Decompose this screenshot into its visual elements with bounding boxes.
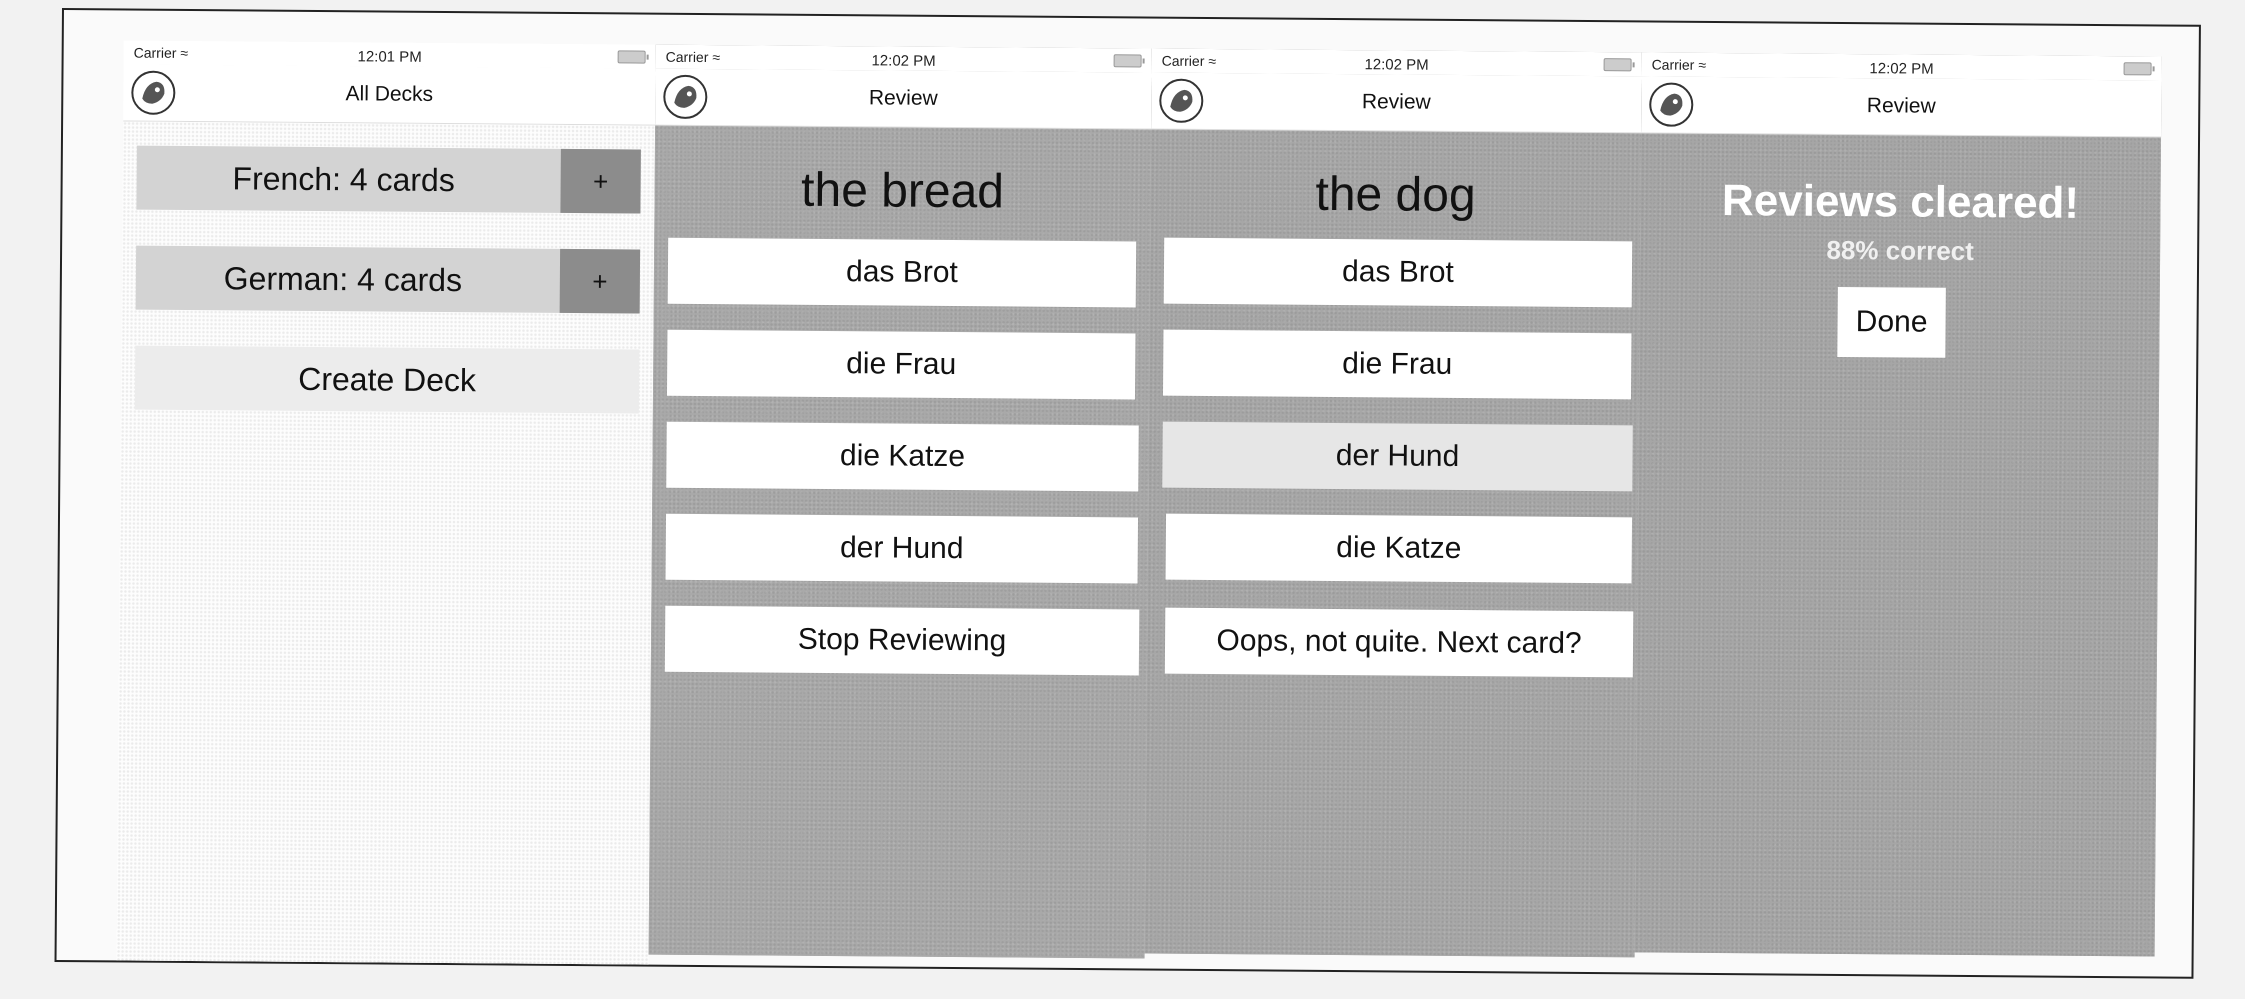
page-title: Review — [1361, 90, 1431, 114]
answer-button[interactable]: das Brot — [1163, 237, 1633, 308]
deck-row-french[interactable]: French: 4 cards + — [136, 145, 641, 214]
deck-list: French: 4 cards + German: 4 cards + Crea… — [116, 121, 656, 965]
next-card-button[interactable]: Oops, not quite. Next card? — [1164, 607, 1634, 678]
review-content: the bread das Brot die Frau die Katze de… — [648, 125, 1152, 959]
reviews-cleared-screen: Carrier ≈ 12:02 PM Review Reviews cleared… — [1634, 52, 2162, 957]
review-content: the dog das Brot die Frau der Hund die K… — [1144, 129, 1642, 958]
reviews-cleared-heading: Reviews cleared! — [1721, 176, 2080, 228]
page-title: All Decks — [345, 82, 434, 106]
printed-figure: Carrier ≈ 12:01 PM All Decks French: 4 ca… — [54, 8, 2201, 979]
answer-button[interactable]: die Frau — [1162, 329, 1632, 400]
card-prompt: the dog — [1315, 167, 1476, 223]
page-title: Review — [1866, 94, 1936, 118]
add-card-button[interactable]: + — [559, 248, 641, 314]
answer-button[interactable]: der Hund — [665, 513, 1139, 584]
answer-button[interactable]: die Katze — [1165, 513, 1633, 584]
battery-icon — [1603, 58, 1632, 72]
answer-button[interactable]: die Frau — [666, 329, 1136, 400]
battery-icon — [617, 50, 646, 64]
answer-button[interactable]: das Brot — [667, 237, 1137, 308]
review-feedback-screen: Carrier ≈ 12:02 PM Review the dog das Bro… — [1144, 48, 1642, 958]
answer-button[interactable]: die Katze — [666, 421, 1139, 492]
deck-label: German: 4 cards — [223, 260, 463, 299]
create-deck-button[interactable]: Create Deck — [134, 345, 640, 414]
battery-icon — [1113, 54, 1142, 68]
nav-bar: All Decks — [123, 64, 656, 126]
screenshot-strip: Carrier ≈ 12:01 PM All Decks French: 4 ca… — [116, 40, 2194, 976]
stop-reviewing-button[interactable]: Stop Reviewing — [664, 605, 1140, 676]
deck-label: French: 4 cards — [232, 160, 455, 199]
nav-bar: Review — [655, 68, 1152, 130]
page-title: Review — [868, 86, 938, 110]
done-button[interactable]: Done — [1837, 286, 1946, 358]
add-card-button[interactable]: + — [560, 148, 641, 214]
deck-row-german[interactable]: German: 4 cards + — [135, 245, 641, 314]
card-prompt: the bread — [800, 163, 1005, 219]
nav-bar: Review — [1641, 76, 2162, 138]
results-content: Reviews cleared! 88% correct Done — [1634, 133, 2162, 957]
review-screen: Carrier ≈ 12:02 PM Review the bread das B… — [648, 44, 1152, 959]
answer-button-selected[interactable]: der Hund — [1162, 421, 1633, 492]
battery-icon — [2123, 62, 2152, 76]
nav-bar: Review — [1151, 72, 1642, 134]
percent-correct-label: 88% correct — [1826, 234, 1974, 267]
all-decks-screen: Carrier ≈ 12:01 PM All Decks French: 4 ca… — [116, 40, 656, 965]
